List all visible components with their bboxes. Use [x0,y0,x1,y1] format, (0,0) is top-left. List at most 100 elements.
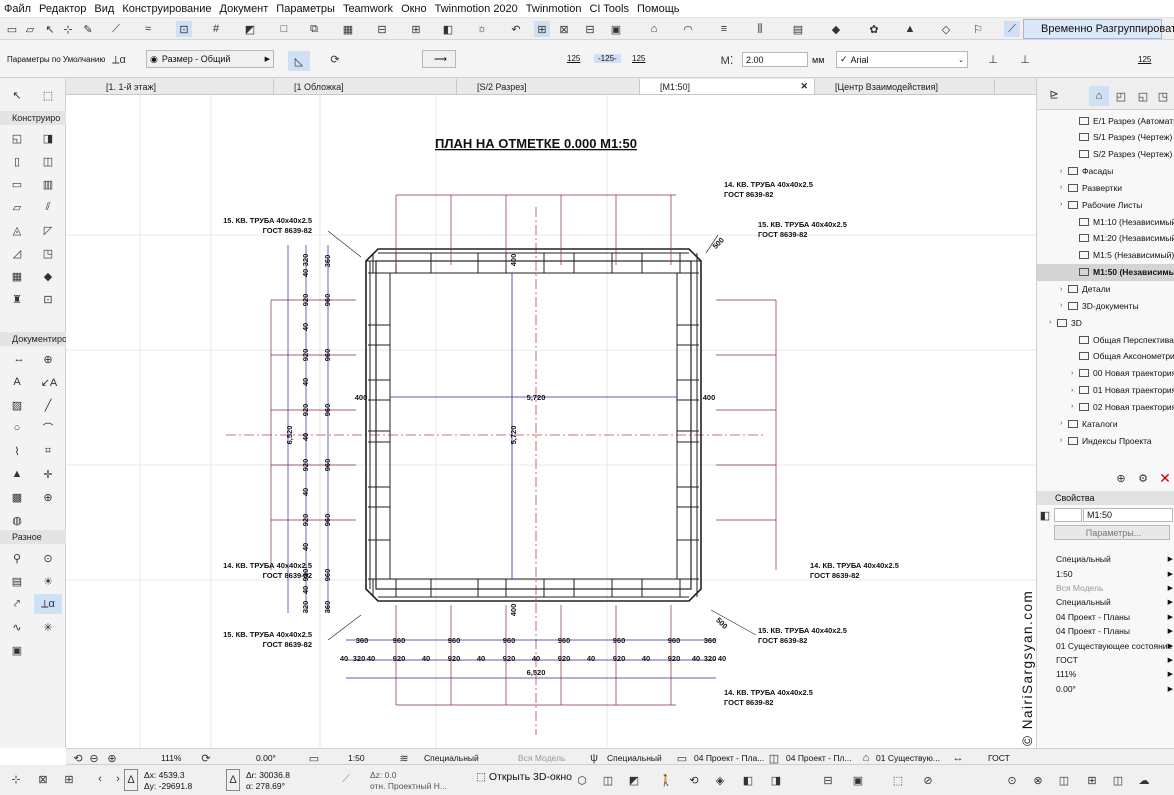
curtain-icon[interactable]: ▥ [40,176,56,192]
delete-icon[interactable]: ✕ [1157,470,1173,486]
chevron-right-icon[interactable]: › [1060,420,1068,427]
hide-icon[interactable]: ⊘ [920,772,936,788]
column-icon[interactable]: ⊠ [556,21,572,37]
property-row[interactable]: ГОСТ ▶ [1037,653,1174,668]
skylight-icon[interactable]: ◳ [40,245,56,261]
section-document[interactable]: Документиро [0,332,66,346]
publisher-icon[interactable]: ◳ [1155,88,1171,104]
mvo-value[interactable]: 04 Проект - Пла... [694,750,764,765]
mesh-icon[interactable]: ◇ [938,21,954,37]
delta-x[interactable]: Δx: 4539.3 [144,770,185,780]
property-row[interactable]: 04 Проект - Планы ▶ [1037,610,1174,625]
slab-icon[interactable]: ▣ [608,21,624,37]
roof-icon[interactable]: ⌂ [646,21,662,37]
text-size-c[interactable]: 125 [632,54,645,63]
dimension-active-icon[interactable]: ⟂α [34,594,62,614]
menu-item[interactable]: Вид [90,3,118,15]
text-size-b[interactable]: -125- [594,54,621,63]
zoom-value[interactable]: 111% [161,750,181,765]
chevron-right-icon[interactable]: › [1060,302,1068,309]
prev-icon[interactable]: ‹ [92,771,108,787]
tab-cover[interactable]: [1 Обложка] [274,79,457,94]
property-row[interactable]: 0.00° ▶ [1037,682,1174,697]
roof-tool-icon[interactable]: ◬ [9,222,25,238]
tree-item[interactable]: M1:50 (Независимы [1037,263,1174,281]
menu-item[interactable]: Файл [0,3,35,15]
shell-icon[interactable]: ◠ [680,21,696,37]
lamp-icon[interactable]: ☀ [40,573,56,589]
text-height-input[interactable]: 2.00 [742,52,808,67]
wall-icon[interactable]: ◱ [9,130,25,146]
navigator-menu-icon[interactable]: ⊵ [1043,86,1065,102]
wave-icon[interactable]: ∿ [9,619,25,635]
drawing-canvas[interactable]: ПЛАН НА ОТМЕТКЕ 0.000 М1:50 5,720 5,720 400… [66,95,1036,748]
export-icon[interactable]: ◫ [1110,772,1126,788]
renovation-value[interactable]: 01 Существую... [876,750,940,765]
delta-r[interactable]: Δr: 30036.8 [246,770,290,780]
zoom-in-icon[interactable]: ⊕ [104,750,120,766]
render-style-icon[interactable]: ◨ [768,772,784,788]
marquee-tool-icon[interactable]: ⬚ [40,87,56,103]
circle-icon[interactable]: ○ [9,420,25,436]
chevron-right-icon[interactable]: › [1060,184,1068,191]
tree-item[interactable]: Общая Перспектива [1037,331,1174,348]
grid-snap-icon[interactable]: ⊹ [8,771,24,787]
menu-item[interactable]: Окно [397,3,431,15]
copy-icon[interactable]: ⧉ [306,21,322,37]
menu-item[interactable]: Редактор [35,3,90,15]
tree-item[interactable]: › 3D [1037,314,1174,331]
walk-icon[interactable]: 🚶 [658,772,674,788]
eyedropper-icon[interactable]: ✎ [80,21,96,37]
property-row[interactable]: 04 Проект - Планы ▶ [1037,624,1174,639]
render-icon[interactable]: ◧ [440,21,456,37]
print-icon[interactable]: ◫ [1056,772,1072,788]
object-tool-icon[interactable]: ♜ [9,291,25,307]
cut-plane-icon[interactable]: ▣ [850,772,866,788]
beam-icon[interactable]: ⊟ [582,21,598,37]
hotspot-icon[interactable]: ⌗ [40,443,56,459]
rotate-icon[interactable]: ⟳ [326,51,344,67]
screenshot-icon[interactable]: ⊙ [1004,772,1020,788]
scale-value[interactable]: 1:50 [348,750,365,765]
tree-item[interactable]: › Фасады [1037,163,1174,180]
zone-icon[interactable]: ▲ [902,21,918,37]
tree-item[interactable]: › 02 Новая траектория [1037,398,1174,415]
tree-item[interactable]: E/1 Разрез (Автомати [1037,112,1174,129]
3d-style-icon[interactable]: ◧ [740,772,756,788]
tree-item[interactable]: M1:10 (Независимый) [1037,213,1174,230]
star-icon[interactable]: ✳ [40,619,56,635]
zone-tool-icon[interactable]: ⊡ [40,291,56,307]
menu-item[interactable]: Помощь [633,3,684,15]
layout-book-icon[interactable]: ◱ [1135,88,1151,104]
view-map-icon[interactable]: ◰ [1113,88,1129,104]
tab-collab[interactable]: [Центр Взаимодействия] [815,79,995,94]
section-marker-icon[interactable]: ⊙ [40,550,56,566]
publish-icon[interactable]: ⊞ [408,21,424,37]
open-3d-button[interactable]: ⬚ Открыть 3D-окно [476,771,572,783]
morph-tool-icon[interactable]: ◆ [40,268,56,284]
property-row[interactable]: Вся Модель ▶ [1037,581,1174,596]
tree-item[interactable]: M1:5 (Независимый) [1037,247,1174,264]
dimension-tool-icon[interactable]: ⟂α [104,52,134,68]
dimension-style-select[interactable]: ◉ Размер - Общий ▶ [146,50,274,68]
grid-element-icon[interactable]: ⊕ [40,489,56,505]
angle-dim-icon[interactable]: ⤤ [9,596,25,612]
railing-tool-icon[interactable]: ◸ [40,222,56,238]
menu-item[interactable]: Twinmotion 2020 [431,3,522,15]
delta-y[interactable]: Δy: -29691.8 [144,781,192,791]
railing-icon[interactable]: ⫼ [752,21,768,37]
text-icon[interactable]: A [9,374,25,390]
change-icon[interactable]: ◍ [9,512,25,528]
snap-icon[interactable]: ⊡ [176,21,192,37]
hotspot2-icon[interactable]: ✛ [40,466,56,482]
angle-value[interactable]: 0.00° [256,750,276,765]
wall-tool-icon[interactable]: ⊞ [534,21,550,37]
chevron-right-icon[interactable]: › [1071,387,1079,394]
text-size-a[interactable]: 125 [567,54,580,63]
shell-tool-icon[interactable]: ◿ [9,245,25,261]
line-icon[interactable]: ╱ [40,397,56,413]
view-name-input[interactable]: M1:50 [1083,508,1173,522]
new-file-icon[interactable]: ▭ [4,21,20,37]
trace-icon[interactable]: ⟋ [108,21,124,37]
flythrough-icon[interactable]: ◈ [712,772,728,788]
